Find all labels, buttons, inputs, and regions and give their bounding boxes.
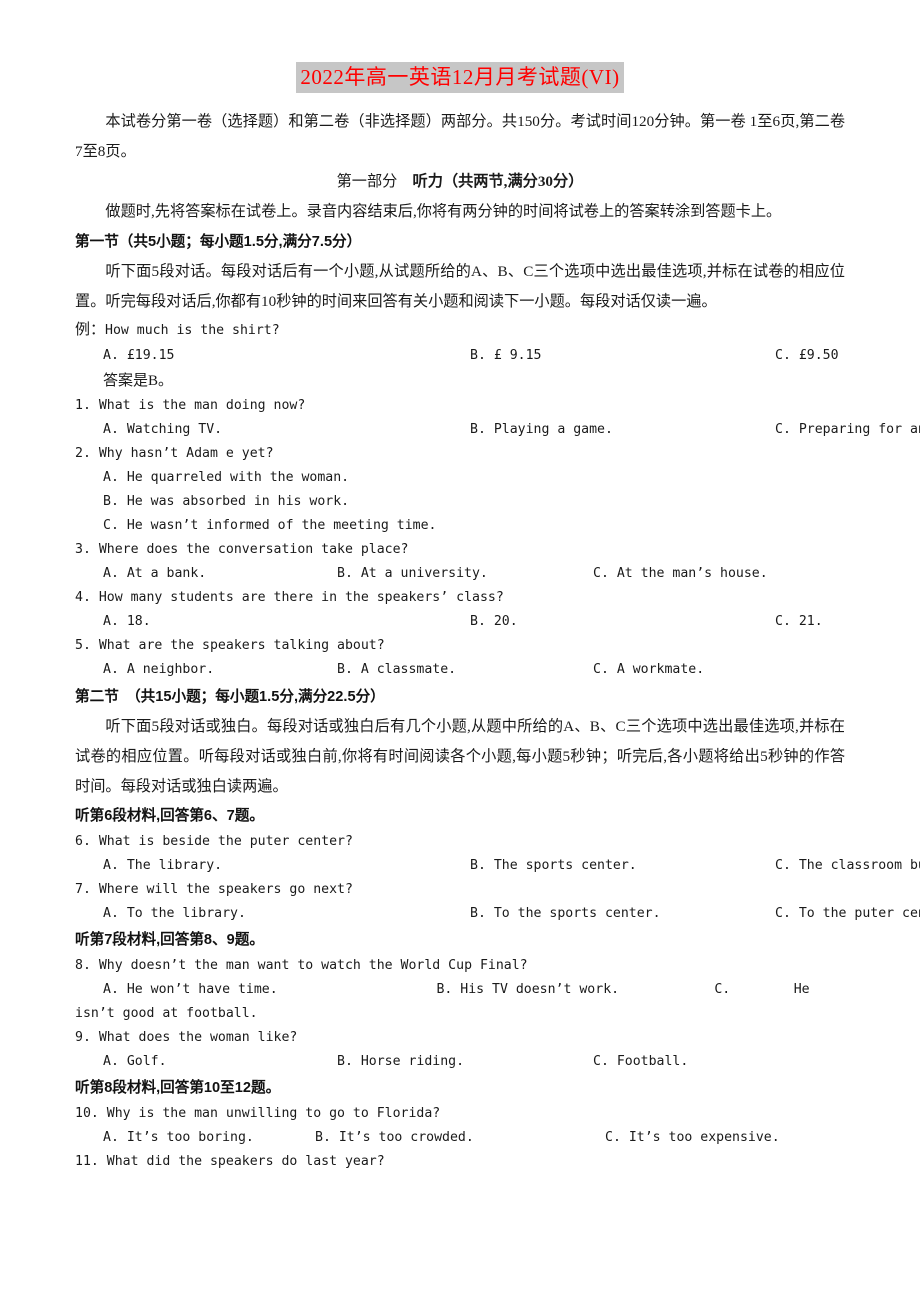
question-3-option-c: C. At the man’s house.	[593, 566, 768, 582]
question-1-number: 1.	[75, 398, 91, 414]
question-10-option-b: B. It’s too crowded.	[315, 1130, 474, 1146]
page-title: 2022年高一英语12月月考试题(VI)	[296, 62, 624, 94]
question-7-options: A. To the library. B. To the sports cent…	[75, 902, 920, 926]
example-question: How much is the shirt?	[105, 323, 280, 339]
question-2-text: Why hasn’t Adam e yet?	[98, 446, 274, 462]
question-8-text: Why doesn’t the man want to watch the Wo…	[98, 958, 528, 974]
question-5-number: 5.	[75, 638, 91, 654]
question-7-number: 7.	[75, 882, 91, 898]
question-2-option-a: A. He quarreled with the woman.	[103, 470, 350, 486]
question-5-option-a: A. A neighbor.	[103, 662, 215, 678]
part1-label: 第一部分	[336, 173, 398, 191]
question-1-text: What is the man doing now?	[98, 398, 306, 414]
question-2-option-c: C. He wasn’t informed of the meeting tim…	[103, 518, 437, 534]
question-7-text: Where will the speakers go next?	[98, 882, 353, 898]
question-6-options: A. The library. B. The sports center. C.…	[75, 854, 920, 878]
section2-heading: 第二节 （共15小题；每小题1.5分,满分22.5分）	[75, 689, 385, 706]
question-7-option-b: B. To the sports center.	[470, 906, 661, 922]
question-6-number: 6.	[75, 834, 91, 850]
question-10-options: A. It’s too boring. B. It’s too crowded.…	[75, 1126, 845, 1150]
question-1-option-b: B. Playing a game.	[470, 422, 613, 438]
question-3-options: A. At a bank. B. At a university. C. At …	[75, 562, 845, 586]
part1-instruction: 做题时,先将答案标在试卷上。录音内容结束后,你将有两分钟的时间将试卷上的答案转涂…	[105, 203, 782, 221]
example-prefix: 例：	[75, 322, 106, 339]
material-7-heading: 听第7段材料,回答第8、9题。	[75, 932, 264, 949]
question-4-option-b: B. 20.	[470, 614, 518, 630]
question-5: 5. What are the speakers talking about?	[75, 634, 845, 658]
part1-heading: 听力（共两节,满分30分）	[412, 173, 584, 191]
example-question-line: 例：How much is the shirt?	[75, 317, 845, 344]
question-3-text: Where does the conversation take place?	[98, 542, 409, 558]
title-row: 2022年高一英语12月月考试题(VI)	[75, 62, 845, 94]
question-2-number: 2.	[75, 446, 91, 462]
example-option-b: B. £ 9.15	[470, 348, 542, 364]
question-9-text: What does the woman like?	[98, 1030, 298, 1046]
section1-instruction: 听下面5段对话。每段对话后有一个小题,从试题所给的A、B、C三个选项中选出最佳选…	[75, 263, 845, 311]
example-option-a: A. £19.15	[103, 348, 175, 364]
question-4-option-a: A. 18.	[103, 614, 151, 630]
section2-instruction: 听下面5段对话或独白。每段对话或独白后有几个小题,从题中所给的A、B、C三个选项…	[75, 718, 845, 796]
question-3-option-b: B. At a university.	[337, 566, 488, 582]
question-9-option-a: A. Golf.	[103, 1054, 167, 1070]
question-4-text: How many students are there in the speak…	[98, 590, 504, 606]
question-9-option-c: C. Football.	[593, 1054, 689, 1070]
question-1-option-c: C. Preparing for an exam.	[775, 422, 920, 438]
question-5-option-b: B. A classmate.	[337, 662, 457, 678]
question-10-option-a: A. It’s too boring.	[103, 1130, 254, 1146]
question-8: 8. Why doesn’t the man want to watch the…	[75, 954, 845, 978]
question-10-text: Why is the man unwilling to go to Florid…	[106, 1106, 441, 1122]
question-6-option-a: A. The library.	[103, 858, 223, 874]
section1-heading: 第一节（共5小题；每小题1.5分,满分7.5分）	[75, 234, 362, 251]
question-11-number: 11.	[75, 1154, 99, 1170]
question-8-number: 8.	[75, 958, 91, 974]
question-8-options-line-2: isn’t good at football.	[75, 1006, 258, 1022]
material-6-heading: 听第6段材料,回答第6、7题。	[75, 808, 264, 825]
example-answer: 答案是B。	[103, 373, 174, 390]
question-5-text: What are the speakers talking about?	[98, 638, 385, 654]
question-7-option-a: A. To the library.	[103, 906, 246, 922]
question-4-option-c: C. 21.	[775, 614, 823, 630]
question-5-options: A. A neighbor. B. A classmate. C. A work…	[75, 658, 845, 682]
question-6: 6. What is beside the puter center?	[75, 830, 845, 854]
intro-paragraph: 本试卷分第一卷（选择题）和第二卷（非选择题）两部分。共150分。考试时间120分…	[75, 113, 845, 161]
question-9-number: 9.	[75, 1030, 91, 1046]
question-9-options: A. Golf. B. Horse riding. C. Football.	[75, 1050, 845, 1074]
question-10-number: 10.	[75, 1106, 99, 1122]
question-1-options: A. Watching TV. B. Playing a game. C. Pr…	[75, 418, 920, 442]
question-4-options: A. 18. B. 20. C. 21.	[75, 610, 845, 634]
question-6-text: What is beside the puter center?	[98, 834, 353, 850]
question-6-option-b: B. The sports center.	[470, 858, 637, 874]
question-11-text: What did the speakers do last year?	[106, 1154, 385, 1170]
question-1: 1. What is the man doing now?	[75, 394, 845, 418]
question-11: 11. What did the speakers do last year?	[75, 1150, 845, 1174]
question-3-option-a: A. At a bank.	[103, 566, 207, 582]
question-9: 9. What does the woman like?	[75, 1026, 845, 1050]
question-8-options-line-1: A. He won’t have time. B. His TV doesn’t…	[103, 982, 810, 998]
question-2-option-b: B. He was absorbed in his work.	[103, 494, 350, 510]
question-3-number: 3.	[75, 542, 91, 558]
question-9-option-b: B. Horse riding.	[337, 1054, 465, 1070]
exam-page: 2022年高一英语12月月考试题(VI) 本试卷分第一卷（选择题）和第二卷（非选…	[0, 0, 920, 1302]
question-7: 7. Where will the speakers go next?	[75, 878, 845, 902]
part1-heading-row: 第一部分 听力（共两节,满分30分）	[75, 167, 845, 197]
question-10-option-c: C. It’s too expensive.	[605, 1130, 780, 1146]
material-8-heading: 听第8段材料,回答第10至12题。	[75, 1080, 281, 1097]
question-10: 10. Why is the man unwilling to go to Fl…	[75, 1102, 845, 1126]
example-options: A. £19.15 B. £ 9.15 C. £9.50	[75, 344, 845, 368]
question-4-number: 4.	[75, 590, 91, 606]
question-2: 2. Why hasn’t Adam e yet?	[75, 442, 845, 466]
page-content: 2022年高一英语12月月考试题(VI) 本试卷分第一卷（选择题）和第二卷（非选…	[75, 62, 920, 1174]
question-4: 4. How many students are there in the sp…	[75, 586, 845, 610]
question-5-option-c: C. A workmate.	[593, 662, 705, 678]
question-7-option-c: C. To the puter center.	[775, 906, 920, 922]
example-option-c: C. £9.50	[775, 348, 839, 364]
question-6-option-c: C. The classroom building.	[775, 858, 920, 874]
question-1-option-a: A. Watching TV.	[103, 422, 223, 438]
question-3: 3. Where does the conversation take plac…	[75, 538, 845, 562]
